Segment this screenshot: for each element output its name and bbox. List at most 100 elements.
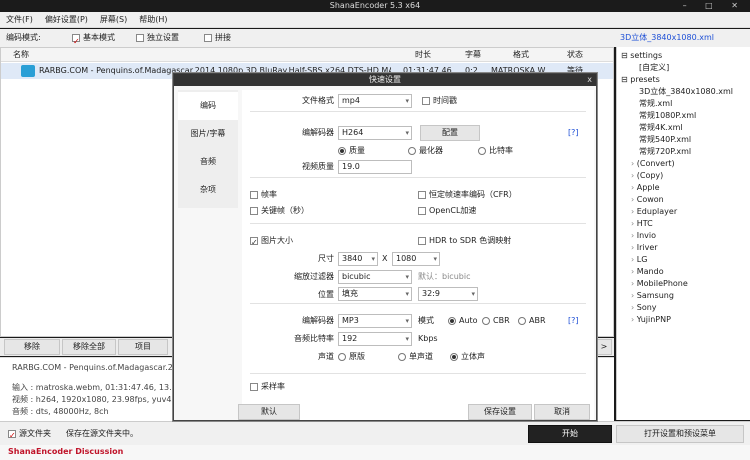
col-name[interactable]: 名称	[13, 48, 29, 62]
tab-audio[interactable]: 音频	[178, 148, 238, 176]
mode-quality-radio[interactable]: 质量	[338, 144, 365, 158]
position-select[interactable]: 填充	[338, 287, 412, 301]
bitrate-unit: Kbps	[418, 334, 438, 343]
tab-misc[interactable]: 杂项	[178, 176, 238, 204]
opencl-checkbox[interactable]: OpenCL加速	[418, 204, 476, 218]
tree-item[interactable]: › Iriver	[631, 242, 658, 254]
tree-item[interactable]: 常规.xml	[639, 98, 672, 110]
audio-codec-select[interactable]: MP3	[338, 314, 412, 328]
image-size-checkbox[interactable]: 图片大小	[250, 234, 293, 250]
tree-item[interactable]: › YujinPNP	[631, 314, 671, 326]
mode-optimizer-radio[interactable]: 最化器	[408, 144, 443, 158]
tree-item[interactable]: › Samsung	[631, 290, 674, 302]
tree-item[interactable]: › Sony	[631, 302, 657, 314]
col-duration[interactable]: 时长	[415, 48, 431, 62]
frame-section: 帧率 恒定帧速率编码（CFR） 关键帧（秒） OpenCL加速	[250, 182, 586, 224]
tree-presets[interactable]: ⊟ presets	[621, 74, 660, 86]
audio-abr-radio[interactable]: ABR	[518, 314, 546, 328]
tree-custom[interactable]: [自定义]	[639, 62, 669, 74]
tree-item[interactable]: › MobilePhone	[631, 278, 688, 290]
config-button[interactable]: 配置	[420, 125, 480, 141]
save-settings-button[interactable]: 保存设置	[468, 404, 532, 420]
start-button[interactable]: 开始	[528, 425, 612, 443]
channel-stereo-radio[interactable]: 立体声	[450, 350, 485, 364]
radio-icon	[338, 352, 346, 361]
sample-rate-checkbox[interactable]: 采样率	[250, 380, 285, 394]
tree-item[interactable]: › HTC	[631, 218, 653, 230]
filter-default-text: 默认：bicubic	[418, 272, 471, 281]
open-settings-button[interactable]: 打开设置和预设菜单	[616, 425, 744, 443]
bitrate-select[interactable]: 192	[338, 332, 412, 346]
tab-encoding[interactable]: 编码	[178, 92, 238, 120]
splice-checkbox[interactable]: 拼接	[204, 29, 231, 47]
bitrate-label: 音频比特率	[294, 334, 334, 343]
width-select[interactable]: 3840	[338, 252, 378, 266]
save-location-text: 保存在源文件夹中。	[66, 429, 138, 438]
codec-section: 编解码器 H264 配置 [?] 质量 最化器 比特率 视频质量 19.0	[250, 116, 586, 178]
window-controls[interactable]: – □ ✕	[683, 0, 746, 12]
collapse-icon: ⊟	[621, 75, 631, 84]
hdr-checkbox[interactable]: HDR to SDR 色调映射	[418, 234, 511, 248]
collapse-icon: ⊟	[621, 51, 631, 60]
radio-icon	[478, 146, 486, 155]
discussion-link[interactable]: ShanaEncoder Discussion	[8, 445, 123, 459]
tree-item[interactable]: 常规540P.xml	[639, 134, 691, 146]
tree-item[interactable]: › Apple	[631, 182, 660, 194]
tree-item[interactable]: › Cowon	[631, 194, 664, 206]
codec-help-link[interactable]: [?]	[568, 126, 579, 140]
audio-codec-label: 编解码器	[302, 316, 334, 325]
audio-cbr-radio[interactable]: CBR	[482, 314, 510, 328]
size-x-label: X	[382, 254, 388, 263]
default-button[interactable]: 默认	[238, 404, 300, 420]
menu-file[interactable]: 文件(F)	[0, 12, 39, 28]
remove-all-button[interactable]: 移除全部	[62, 339, 116, 355]
audio-help-link[interactable]: [?]	[568, 314, 579, 328]
preset-link[interactable]: 3D立体_3840x1080.xml	[620, 29, 714, 47]
tree-item[interactable]: › Eduplayer	[631, 206, 677, 218]
tree-item[interactable]: › Mando	[631, 266, 664, 278]
tree-item[interactable]: › LG	[631, 254, 647, 266]
remove-button[interactable]: 移除	[4, 339, 60, 355]
tree-item[interactable]: 常规4K.xml	[639, 122, 683, 134]
tree-item[interactable]: › Invio	[631, 230, 656, 242]
menu-preferences[interactable]: 偏好设置(P)	[39, 12, 94, 28]
cfr-checkbox[interactable]: 恒定帧速率编码（CFR）	[418, 188, 517, 202]
framerate-checkbox[interactable]: 帧率	[250, 188, 277, 202]
close-icon[interactable]: x	[587, 74, 592, 86]
tree-item[interactable]: 常规720P.xml	[639, 146, 691, 158]
checkbox-icon	[250, 190, 258, 199]
format-section: 文件格式 mp4 时间戳	[250, 90, 586, 112]
channel-mono-radio[interactable]: 单声道	[398, 350, 433, 364]
height-select[interactable]: 1080	[392, 252, 440, 266]
independent-checkbox[interactable]: 独立设置	[136, 29, 179, 47]
menu-screen[interactable]: 屏幕(S)	[94, 12, 133, 28]
tree-settings[interactable]: ⊟ settings	[621, 50, 662, 62]
file-format-select[interactable]: mp4	[338, 94, 412, 108]
menu-help[interactable]: 帮助(H)	[133, 12, 173, 28]
cancel-button[interactable]: 取消	[534, 404, 590, 420]
tree-item[interactable]: 3D立体_3840x1080.xml	[639, 86, 733, 98]
tree-item[interactable]: › (Copy)	[631, 170, 663, 182]
codec-select[interactable]: H264	[338, 126, 412, 140]
checkbox-icon	[250, 206, 258, 215]
tab-image-subtitle[interactable]: 图片/字幕	[178, 120, 238, 148]
tree-item[interactable]: 常规1080P.xml	[639, 110, 696, 122]
filter-select[interactable]: bicubic	[338, 270, 412, 284]
mode-bitrate-radio[interactable]: 比特率	[478, 144, 513, 158]
col-status[interactable]: 状态	[567, 48, 583, 62]
quality-input[interactable]: 19.0	[338, 160, 412, 174]
basic-mode-checkbox[interactable]: 基本模式	[72, 29, 115, 51]
source-folder-checkbox[interactable]: 源文件夹	[8, 427, 51, 443]
keyframe-checkbox[interactable]: 关键帧（秒）	[250, 204, 309, 218]
item-button[interactable]: 项目	[118, 339, 168, 355]
info-video: 视频 : h264, 1920x1080, 23.98fps, yuv420p(…	[12, 395, 198, 404]
radio-icon	[450, 352, 458, 361]
tree-item[interactable]: › (Convert)	[631, 158, 675, 170]
next-button[interactable]: >	[596, 339, 612, 355]
timestamp-checkbox[interactable]: 时间戳	[422, 94, 457, 108]
col-format[interactable]: 格式	[513, 48, 529, 62]
channel-original-radio[interactable]: 原版	[338, 350, 365, 364]
aspect-select[interactable]: 32:9	[418, 287, 478, 301]
col-subtitle[interactable]: 字幕	[465, 48, 481, 62]
audio-auto-radio[interactable]: Auto	[448, 314, 478, 328]
